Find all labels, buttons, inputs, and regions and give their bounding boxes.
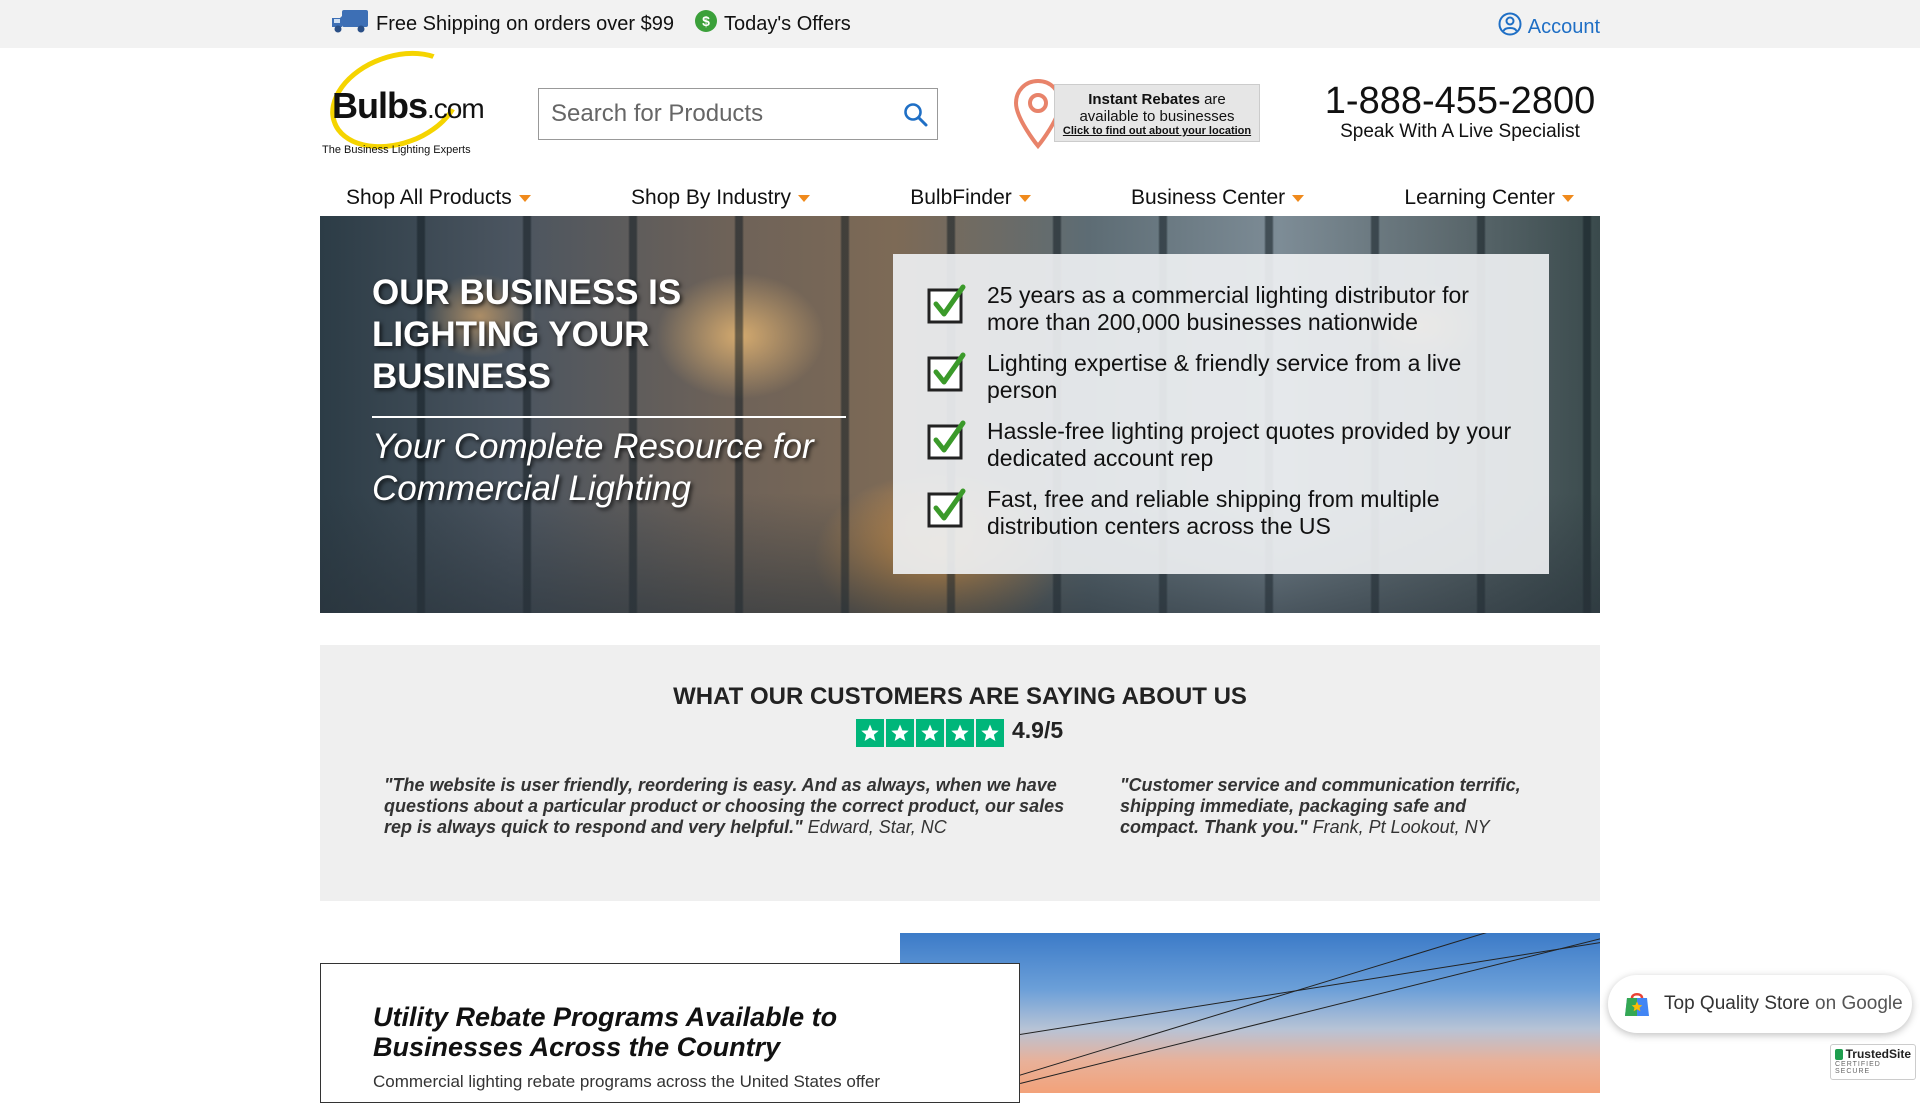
review-author: Frank, Pt Lookout, NY bbox=[1307, 817, 1490, 837]
checkbox-check-icon bbox=[927, 352, 967, 392]
trustedsite-name: TrustedSite bbox=[1835, 1047, 1911, 1061]
todays-offers-link[interactable]: $ Today's Offers bbox=[694, 9, 851, 39]
nav-learning-center[interactable]: Learning Center bbox=[1404, 186, 1574, 210]
chevron-down-icon bbox=[797, 194, 810, 202]
rating-score: 4.9/5 bbox=[1012, 717, 1064, 743]
customer-reviews-section: WHAT OUR CUSTOMERS ARE SAYING ABOUT US 4… bbox=[320, 645, 1600, 901]
top-utility-bar: Free Shipping on orders over $99 $ Today… bbox=[0, 0, 1920, 48]
star-icon bbox=[916, 719, 944, 747]
nav-shop-by-industry[interactable]: Shop By Industry bbox=[631, 186, 810, 210]
checkbox-check-icon bbox=[927, 488, 967, 528]
rebate-programs-card[interactable]: Utility Rebate Programs Available to Bus… bbox=[320, 963, 1020, 1103]
phone-contact[interactable]: 1-888-455-2800 Speak With A Live Special… bbox=[1300, 80, 1620, 143]
search-box bbox=[538, 88, 938, 140]
rebate-line1: Instant Rebates are bbox=[1088, 91, 1226, 108]
chevron-down-icon bbox=[1562, 194, 1574, 202]
benefit-item: Hassle-free lighting project quotes prov… bbox=[927, 418, 1519, 472]
hero-subtitle: Your Complete Resource for Commercial Li… bbox=[372, 427, 814, 508]
chevron-down-icon bbox=[1018, 194, 1031, 202]
logo-suffix: .com bbox=[427, 93, 485, 124]
chevron-down-icon bbox=[1292, 194, 1305, 202]
rebate-location-link[interactable]: Click to find out about your location bbox=[1055, 125, 1259, 137]
shopping-bag-icon bbox=[1622, 989, 1652, 1019]
star-icon bbox=[976, 719, 1004, 747]
review-quote: "The website is user friendly, reorderin… bbox=[384, 775, 1094, 838]
free-shipping-link[interactable]: Free Shipping on orders over $99 bbox=[330, 8, 674, 40]
nav-shop-all-products[interactable]: Shop All Products bbox=[346, 186, 531, 210]
hero-benefits-panel: 25 years as a commercial lighting distri… bbox=[893, 254, 1549, 574]
rebate-programs-text: Commercial lighting rebate programs acro… bbox=[373, 1072, 881, 1091]
hero-divider bbox=[372, 416, 846, 418]
star-icon bbox=[886, 719, 914, 747]
benefit-item: Fast, free and reliable shipping from mu… bbox=[927, 486, 1519, 540]
benefit-item: 25 years as a commercial lighting distri… bbox=[927, 282, 1519, 336]
rebate-programs-title: Utility Rebate Programs Available to Bus… bbox=[373, 1002, 838, 1062]
review-quote: "Customer service and communication terr… bbox=[1120, 775, 1540, 838]
checkbox-check-icon bbox=[927, 420, 967, 460]
phone-subtext: Speak With A Live Specialist bbox=[1340, 121, 1580, 142]
nav-bulbfinder[interactable]: BulbFinder bbox=[910, 186, 1031, 210]
rebate-box: Instant Rebates are available to busines… bbox=[1054, 84, 1260, 142]
phone-number[interactable]: 1-888-455-2800 bbox=[1300, 80, 1620, 123]
google-badge-text: Top Quality Store on Google bbox=[1664, 993, 1903, 1014]
account-link[interactable]: Account bbox=[1498, 12, 1600, 42]
logo-wordmark: Bulbs.com bbox=[332, 85, 485, 126]
site-logo[interactable]: Bulbs.com The Business Lighting Experts bbox=[316, 33, 492, 167]
nav-business-center[interactable]: Business Center bbox=[1131, 186, 1305, 210]
logo-tagline: The Business Lighting Experts bbox=[322, 144, 471, 156]
hero-title: OUR BUSINESS IS LIGHTING YOUR BUSINESS bbox=[372, 273, 682, 396]
google-top-quality-store-badge[interactable]: Top Quality Store on Google bbox=[1608, 975, 1912, 1033]
star-rating[interactable] bbox=[856, 719, 1006, 747]
top-utility-bar-inner: Free Shipping on orders over $99 $ Today… bbox=[330, 0, 1600, 48]
star-icon bbox=[856, 719, 884, 747]
star-icon bbox=[946, 719, 974, 747]
hero-banner: OUR BUSINESS IS LIGHTING YOUR BUSINESS Y… bbox=[320, 216, 1600, 613]
check-shield-icon bbox=[1835, 1048, 1843, 1060]
reviews-heading: WHAT OUR CUSTOMERS ARE SAYING ABOUT US bbox=[673, 683, 1247, 710]
todays-offers-text: Today's Offers bbox=[723, 12, 851, 35]
free-shipping-text: Free Shipping on orders over $99 bbox=[376, 12, 674, 35]
account-label: Account bbox=[1527, 15, 1600, 38]
benefit-text: Fast, free and reliable shipping from mu… bbox=[987, 486, 1440, 539]
user-icon bbox=[1498, 12, 1528, 42]
review-author: Edward, Star, NC bbox=[802, 817, 947, 837]
main-nav: Shop All Products Shop By Industry BulbF… bbox=[320, 180, 1600, 216]
chevron-down-icon bbox=[518, 194, 531, 202]
rebate-line2: available to businesses bbox=[1079, 108, 1235, 125]
benefit-item: Lighting expertise & friendly service fr… bbox=[927, 350, 1519, 404]
search-icon bbox=[902, 103, 930, 132]
trustedsite-subtext: CERTIFIED SECURE bbox=[1835, 1061, 1881, 1075]
search-input[interactable] bbox=[539, 100, 879, 128]
instant-rebates-banner[interactable]: Instant Rebates are available to busines… bbox=[1012, 78, 1262, 150]
review-quote-text: "The website is user friendly, reorderin… bbox=[384, 775, 1065, 837]
svg-text:$: $ bbox=[702, 13, 710, 29]
benefit-text: Lighting expertise & friendly service fr… bbox=[987, 350, 1462, 403]
benefit-text: 25 years as a commercial lighting distri… bbox=[987, 282, 1469, 335]
search-button[interactable] bbox=[901, 101, 931, 131]
checkbox-check-icon bbox=[927, 284, 967, 324]
trustedsite-badge[interactable]: TrustedSite CERTIFIED SECURE bbox=[1830, 1044, 1916, 1080]
truck-icon bbox=[330, 8, 376, 40]
benefit-text: Hassle-free lighting project quotes prov… bbox=[987, 418, 1512, 471]
dollar-icon: $ bbox=[694, 9, 724, 39]
